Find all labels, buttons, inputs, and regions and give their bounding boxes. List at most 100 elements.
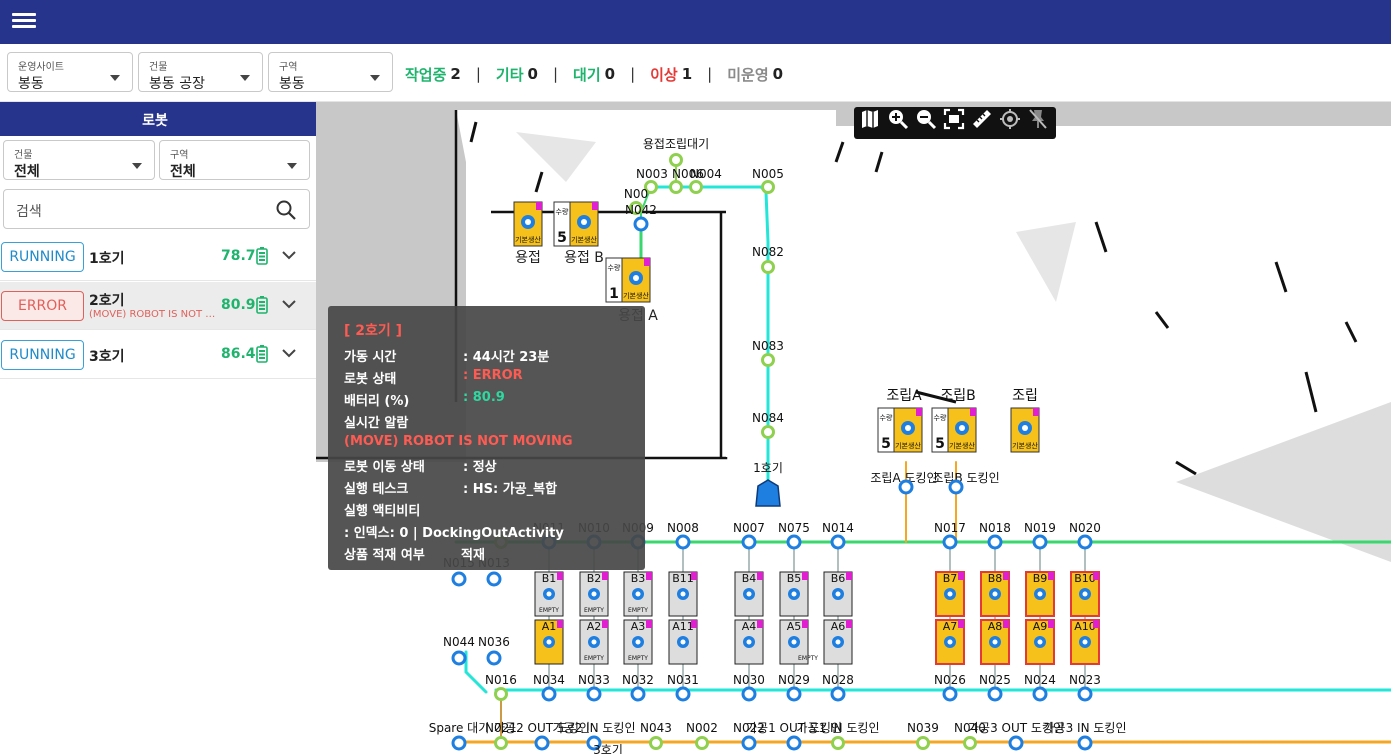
hamburger-menu-icon[interactable] [12, 10, 36, 30]
zoom-out-icon[interactable] [914, 107, 938, 131]
map-node[interactable] [761, 180, 775, 194]
station-marker-center [525, 219, 531, 225]
robot-1-label: 1호기 [753, 461, 783, 475]
tooltip-battery-label: 배터리 (%) [344, 394, 410, 409]
robot-list-item[interactable]: RUNNING 1호기 78.7 [0, 233, 316, 281]
map-node[interactable] [942, 534, 958, 550]
expand-chevron-icon[interactable] [282, 299, 296, 309]
map-node[interactable] [675, 534, 691, 550]
sidebar-building-label: 건물 [14, 150, 33, 161]
map-node[interactable] [761, 425, 775, 439]
rack-id: B7 [943, 572, 958, 585]
map-node[interactable] [741, 534, 757, 550]
map-node[interactable] [630, 686, 646, 702]
rack-flag [1003, 572, 1009, 580]
map-node[interactable] [963, 736, 977, 750]
map-node[interactable] [830, 686, 846, 702]
map-node[interactable] [741, 735, 757, 751]
map-node[interactable] [494, 736, 508, 750]
zone-select[interactable]: 구역 봉동 [268, 52, 393, 92]
map-node[interactable] [1032, 534, 1048, 550]
map-node[interactable] [586, 686, 602, 702]
station-label: 조립B [940, 388, 975, 404]
sidebar-zone-select[interactable]: 구역 전체 [159, 140, 310, 180]
expand-chevron-icon[interactable] [282, 348, 296, 358]
map-node[interactable] [494, 687, 508, 701]
expand-chevron-icon[interactable] [282, 250, 296, 260]
qty-label: 수량 [608, 264, 621, 272]
ruler-icon[interactable] [970, 107, 994, 131]
map-node[interactable] [786, 686, 802, 702]
status-count-value: 0 [772, 65, 784, 83]
map-node[interactable] [1077, 735, 1093, 751]
map-node[interactable] [1077, 686, 1093, 702]
map-node[interactable] [1032, 686, 1048, 702]
map-node[interactable] [942, 686, 958, 702]
map-node[interactable] [669, 153, 683, 167]
rack-flag [958, 620, 964, 628]
locate-icon[interactable] [998, 107, 1022, 131]
map-node[interactable] [534, 735, 550, 751]
map-node[interactable] [486, 571, 502, 587]
node-label: N024 [1024, 673, 1056, 687]
map-node[interactable] [451, 735, 467, 751]
map-node[interactable] [741, 686, 757, 702]
robot-list-item[interactable]: ERROR 2호기 (MOVE) ROBOT IS NOT MOVING 80.… [0, 282, 316, 330]
building-select[interactable]: 건물 봉동 공장 [138, 52, 263, 92]
pin-off-icon[interactable] [1026, 107, 1050, 131]
site-select[interactable]: 운영사이트 봉동 [7, 52, 133, 92]
rack-marker-center [1037, 591, 1043, 597]
station-label: 조립A [886, 388, 922, 404]
map-node[interactable] [831, 736, 845, 750]
map-node[interactable] [786, 534, 802, 550]
map-node[interactable] [633, 216, 649, 232]
map-node[interactable] [916, 736, 930, 750]
robot-3-label: 3호기 [593, 743, 623, 754]
rack-id: B8 [988, 572, 1003, 585]
map-node[interactable] [451, 650, 467, 666]
tooltip-task-label: 실행 테스크 [344, 482, 409, 497]
map-node[interactable] [451, 571, 467, 587]
robot-list-item[interactable]: RUNNING 3호기 86.4 [0, 331, 316, 379]
zoom-in-icon[interactable] [886, 107, 910, 131]
map-layer-icon[interactable] [858, 107, 882, 131]
rack-marker-center [546, 591, 552, 597]
map-node[interactable] [1008, 735, 1024, 751]
map-node[interactable] [898, 479, 914, 495]
robot-status-badge: RUNNING [1, 242, 84, 272]
qty-value: 5 [881, 436, 891, 452]
qty-label: 수량 [556, 208, 569, 216]
map-node[interactable] [649, 736, 663, 750]
map-node[interactable] [695, 736, 709, 750]
map-node[interactable] [675, 686, 691, 702]
map-node[interactable] [830, 534, 846, 550]
map-node[interactable] [689, 180, 703, 194]
map-node[interactable] [761, 260, 775, 274]
node-label: 조립B 도킹인 [932, 471, 999, 485]
map-node[interactable] [541, 686, 557, 702]
sidebar-zone-label: 구역 [170, 150, 189, 161]
rack-id: B9 [1033, 572, 1048, 585]
status-count-label: 미운영 [727, 65, 769, 84]
map-node[interactable] [987, 534, 1003, 550]
robot-sidebar: 로봇 건물 전체 구역 전체 검색 RUNNING 1호기 78.7 ERROR… [0, 102, 350, 754]
map-node[interactable] [486, 650, 502, 666]
rack-flag [557, 572, 563, 580]
rack-flag [602, 572, 608, 580]
sidebar-building-select[interactable]: 건물 전체 [3, 140, 155, 180]
rack-flag [1048, 620, 1054, 628]
rack-id: A8 [988, 620, 1003, 633]
robot-battery: 78.7 [221, 248, 256, 264]
node-label: N004 [690, 167, 722, 181]
tooltip-uptime-label: 가동 시간 [344, 350, 397, 365]
map-node[interactable] [669, 180, 683, 194]
map-node[interactable] [987, 686, 1003, 702]
map-node[interactable] [948, 479, 964, 495]
map-node[interactable] [761, 353, 775, 367]
factory-map[interactable]: 용접조립대기 N003 N006 N004 N005 N00 N042 N082 N083 N08… [316, 102, 1391, 754]
robot-search-input[interactable]: 검색 [3, 189, 310, 229]
fit-screen-icon[interactable] [942, 107, 966, 131]
map-node[interactable] [1077, 534, 1093, 550]
map-node[interactable] [786, 735, 802, 751]
search-icon[interactable] [275, 199, 297, 221]
